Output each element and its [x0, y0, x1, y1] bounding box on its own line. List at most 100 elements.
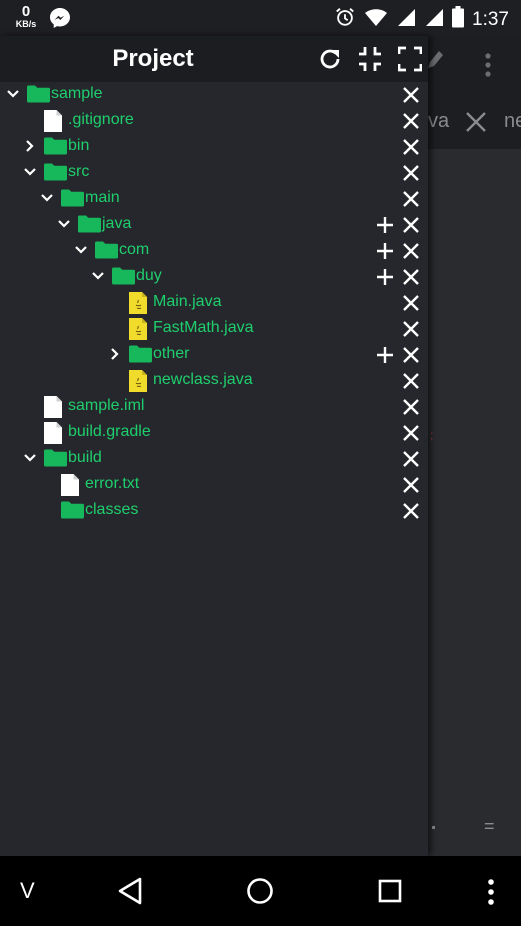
tree-row[interactable]: duy [0, 264, 428, 290]
editor-tab-label[interactable]: va [428, 110, 449, 133]
close-icon[interactable] [402, 268, 420, 291]
tree-row[interactable]: java [0, 212, 428, 238]
back-icon[interactable] [116, 876, 144, 911]
tree-row[interactable]: error.txt [0, 472, 428, 498]
tree-row[interactable]: bin [0, 134, 428, 160]
network-speed-value: 0 [21, 3, 31, 20]
close-icon[interactable] [402, 112, 420, 135]
close-icon[interactable] [402, 476, 420, 499]
close-icon[interactable] [402, 294, 420, 317]
wifi-icon [364, 6, 388, 33]
close-icon[interactable] [402, 502, 420, 525]
close-icon[interactable] [402, 216, 420, 239]
collapse-icon[interactable] [358, 46, 382, 77]
tree-row[interactable]: classes [0, 498, 428, 524]
java-file-icon [129, 370, 147, 397]
more-icon[interactable] [486, 878, 496, 911]
chevron-right-icon[interactable] [108, 347, 122, 366]
tree-item-label[interactable]: src [68, 163, 89, 181]
chevron-down-icon[interactable] [6, 87, 20, 106]
tree-item-label[interactable]: bin [68, 137, 89, 155]
close-icon[interactable] [402, 424, 420, 447]
fullscreen-icon[interactable] [397, 46, 423, 77]
nav-v-button[interactable]: V [20, 878, 35, 904]
editor-background: va ne ; = [428, 36, 521, 856]
clock: 1:37 [472, 8, 509, 30]
drawer-title: Project [112, 45, 194, 72]
equals-symbol: = [484, 816, 495, 836]
home-icon[interactable] [246, 877, 274, 910]
tree-row[interactable]: build [0, 446, 428, 472]
tree-row[interactable]: main [0, 186, 428, 212]
folder-icon [61, 500, 84, 525]
tree-row[interactable]: other [0, 342, 428, 368]
tree-row[interactable]: Main.java [0, 290, 428, 316]
editor-dot [432, 826, 435, 829]
signal-icon [424, 7, 444, 32]
close-icon[interactable] [402, 372, 420, 395]
tree-row[interactable]: sample [0, 82, 428, 108]
close-icon[interactable] [402, 320, 420, 343]
tree-item-label[interactable]: com [119, 241, 149, 259]
recents-icon[interactable] [378, 879, 402, 908]
tree-item-label[interactable]: duy [136, 267, 162, 285]
overflow-menu-icon[interactable] [484, 52, 492, 83]
tree-row[interactable]: FastMath.java [0, 316, 428, 342]
tree-item-label[interactable]: main [85, 189, 120, 207]
tree-item-label[interactable]: build [68, 449, 102, 467]
pencil-icon[interactable] [428, 50, 444, 77]
close-tab-icon[interactable] [465, 111, 487, 138]
close-icon[interactable] [402, 398, 420, 421]
chevron-down-icon[interactable] [23, 165, 37, 184]
tree-row[interactable]: src [0, 160, 428, 186]
add-icon[interactable] [376, 216, 394, 239]
folder-icon [44, 136, 67, 161]
add-icon[interactable] [376, 242, 394, 265]
tree-item-label[interactable]: .gitignore [68, 111, 134, 129]
add-icon[interactable] [376, 268, 394, 291]
file-icon [44, 110, 62, 137]
chevron-down-icon[interactable] [74, 243, 88, 262]
tree-row[interactable]: build.gradle [0, 420, 428, 446]
editor-tab-label[interactable]: ne [504, 110, 521, 133]
file-icon [44, 422, 62, 449]
folder-icon [78, 214, 101, 239]
tree-item-label[interactable]: Main.java [153, 293, 221, 311]
close-icon[interactable] [402, 346, 420, 369]
tree-row[interactable]: sample.iml [0, 394, 428, 420]
chevron-down-icon[interactable] [40, 191, 54, 210]
tree-item-label[interactable]: sample.iml [68, 397, 144, 415]
chevron-down-icon[interactable] [57, 217, 71, 236]
tree-row[interactable]: newclass.java [0, 368, 428, 394]
tree-item-label[interactable]: java [102, 215, 131, 233]
drawer-header: Project [0, 36, 428, 82]
folder-icon [112, 266, 135, 291]
refresh-icon[interactable] [317, 46, 343, 77]
chevron-right-icon[interactable] [23, 139, 37, 158]
tree-item-label[interactable]: classes [85, 501, 138, 519]
close-icon[interactable] [402, 138, 420, 161]
java-file-icon [129, 318, 147, 345]
tree-item-label[interactable]: error.txt [85, 475, 139, 493]
close-icon[interactable] [402, 86, 420, 109]
close-icon[interactable] [402, 190, 420, 213]
close-icon[interactable] [402, 242, 420, 265]
tree-row[interactable]: .gitignore [0, 108, 428, 134]
close-icon[interactable] [402, 450, 420, 473]
tree-item-label[interactable]: FastMath.java [153, 319, 253, 337]
signal-icon [396, 7, 416, 32]
tree-row[interactable]: com [0, 238, 428, 264]
chevron-down-icon[interactable] [91, 269, 105, 288]
add-icon[interactable] [376, 346, 394, 369]
close-icon[interactable] [402, 164, 420, 187]
folder-icon [27, 84, 50, 109]
chevron-down-icon[interactable] [23, 451, 37, 470]
alarm-icon [334, 6, 356, 33]
tree-item-label[interactable]: sample [51, 85, 103, 103]
tree-item-label[interactable]: build.gradle [68, 423, 151, 441]
network-speed: 0 KB/s [12, 4, 40, 29]
folder-icon [95, 240, 118, 265]
tree-item-label[interactable]: newclass.java [153, 371, 253, 389]
tree-item-label[interactable]: other [153, 345, 189, 363]
folder-icon [44, 162, 67, 187]
